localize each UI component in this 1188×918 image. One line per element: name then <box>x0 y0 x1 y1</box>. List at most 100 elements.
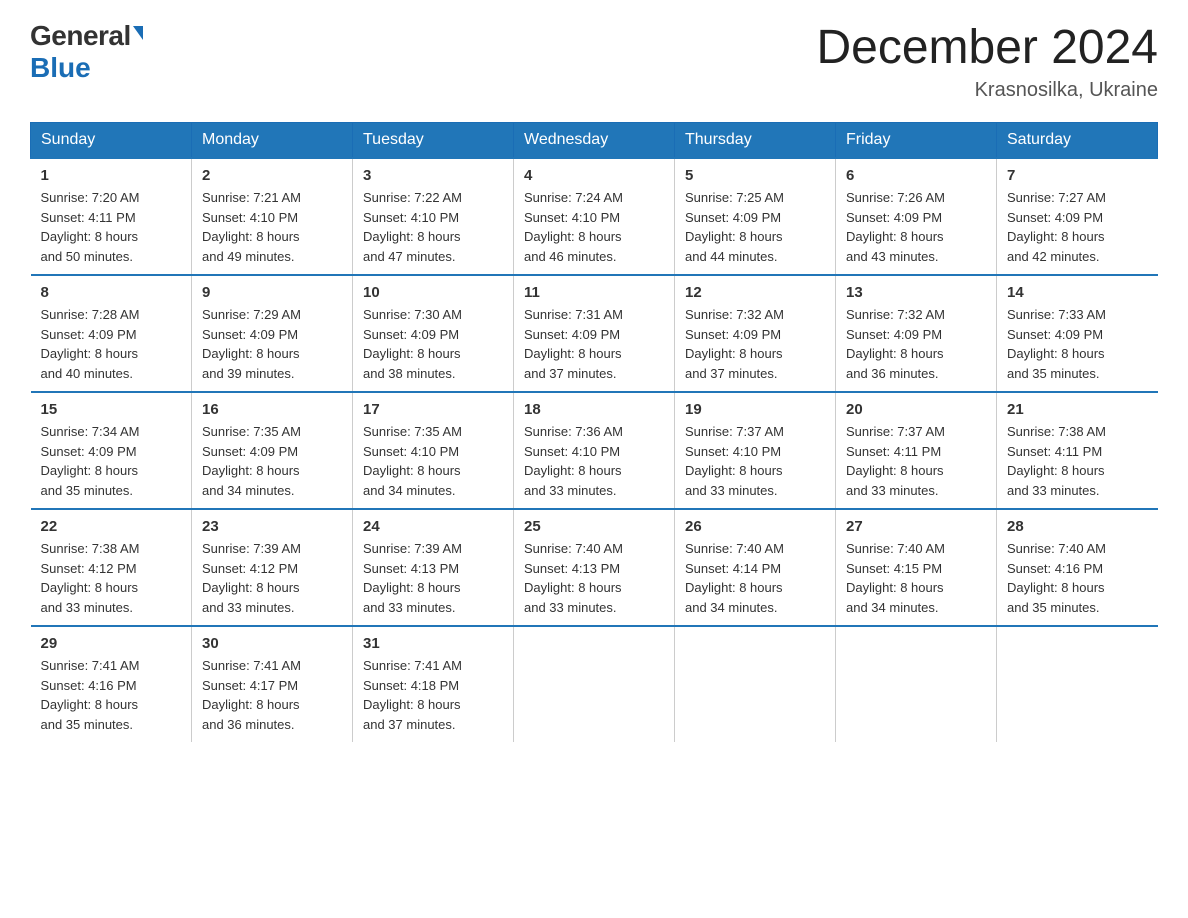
calendar-day-cell: 5Sunrise: 7:25 AM Sunset: 4:09 PM Daylig… <box>675 158 836 275</box>
day-of-week-header: Wednesday <box>514 123 675 159</box>
calendar-day-cell: 12 Sunrise: 7:32 AM Sunset: 4:09 PM Dayli… <box>675 275 836 392</box>
day-number: 9 <box>202 284 342 301</box>
calendar-day-cell: 14Sunrise: 7:33 AM Sunset: 4:09 PM Dayli… <box>997 275 1158 392</box>
calendar-day-cell: 3Sunrise: 7:22 AM Sunset: 4:10 PM Daylig… <box>353 158 514 275</box>
day-number: 4 <box>524 167 664 184</box>
day-info: Sunrise: 7:40 AM Sunset: 4:14 PM Dayligh… <box>685 539 825 617</box>
logo-general-text: General <box>30 20 131 52</box>
calendar-day-cell: 17 Sunrise: 7:35 AM Sunset: 4:10 PM Dayli… <box>353 392 514 509</box>
calendar-day-cell: 24Sunrise: 7:39 AM Sunset: 4:13 PM Dayli… <box>353 509 514 626</box>
day-number: 18 <box>524 401 664 418</box>
day-info: Sunrise: 7:26 AM Sunset: 4:09 PM Dayligh… <box>846 188 986 266</box>
calendar-day-cell: 8Sunrise: 7:28 AM Sunset: 4:09 PM Daylig… <box>31 275 192 392</box>
day-number: 29 <box>41 635 182 652</box>
day-info: Sunrise: 7:33 AM Sunset: 4:09 PM Dayligh… <box>1007 305 1148 383</box>
calendar-day-cell <box>836 626 997 742</box>
day-number: 23 <box>202 518 342 535</box>
day-info: Sunrise: 7:41 AM Sunset: 4:18 PM Dayligh… <box>363 656 503 734</box>
day-number: 30 <box>202 635 342 652</box>
day-info: Sunrise: 7:38 AM Sunset: 4:11 PM Dayligh… <box>1007 422 1148 500</box>
day-number: 25 <box>524 518 664 535</box>
logo-blue-text: Blue <box>30 52 91 84</box>
day-number: 2 <box>202 167 342 184</box>
calendar-week-row: 15Sunrise: 7:34 AM Sunset: 4:09 PM Dayli… <box>31 392 1158 509</box>
day-number: 11 <box>524 284 664 301</box>
calendar-day-cell <box>997 626 1158 742</box>
day-number: 8 <box>41 284 182 301</box>
calendar-body: 1 Sunrise: 7:20 AM Sunset: 4:11 PM Daylig… <box>31 158 1158 742</box>
day-of-week-header: Saturday <box>997 123 1158 159</box>
calendar-day-cell: 4 Sunrise: 7:24 AM Sunset: 4:10 PM Daylig… <box>514 158 675 275</box>
calendar-day-cell: 9 Sunrise: 7:29 AM Sunset: 4:09 PM Daylig… <box>192 275 353 392</box>
location-text: Krasnosilka, Ukraine <box>816 79 1158 102</box>
calendar-day-cell: 31 Sunrise: 7:41 AM Sunset: 4:18 PM Dayli… <box>353 626 514 742</box>
day-info: Sunrise: 7:35 AM Sunset: 4:10 PM Dayligh… <box>363 422 503 500</box>
calendar-day-cell: 16 Sunrise: 7:35 AM Sunset: 4:09 PM Dayli… <box>192 392 353 509</box>
day-number: 26 <box>685 518 825 535</box>
calendar-day-cell: 25 Sunrise: 7:40 AM Sunset: 4:13 PM Dayli… <box>514 509 675 626</box>
calendar-week-row: 1 Sunrise: 7:20 AM Sunset: 4:11 PM Daylig… <box>31 158 1158 275</box>
calendar-day-cell: 7 Sunrise: 7:27 AM Sunset: 4:09 PM Daylig… <box>997 158 1158 275</box>
day-of-week-header: Thursday <box>675 123 836 159</box>
day-info: Sunrise: 7:24 AM Sunset: 4:10 PM Dayligh… <box>524 188 664 266</box>
calendar-day-cell: 22Sunrise: 7:38 AM Sunset: 4:12 PM Dayli… <box>31 509 192 626</box>
calendar-day-cell: 21Sunrise: 7:38 AM Sunset: 4:11 PM Dayli… <box>997 392 1158 509</box>
day-info: Sunrise: 7:37 AM Sunset: 4:10 PM Dayligh… <box>685 422 825 500</box>
day-number: 27 <box>846 518 986 535</box>
calendar-week-row: 8Sunrise: 7:28 AM Sunset: 4:09 PM Daylig… <box>31 275 1158 392</box>
day-number: 17 <box>363 401 503 418</box>
calendar-day-cell: 19 Sunrise: 7:37 AM Sunset: 4:10 PM Dayli… <box>675 392 836 509</box>
day-number: 7 <box>1007 167 1148 184</box>
day-info: Sunrise: 7:20 AM Sunset: 4:11 PM Dayligh… <box>41 188 182 266</box>
page-header: General Blue December 2024 Krasnosilka, … <box>30 20 1158 102</box>
day-number: 5 <box>685 167 825 184</box>
day-info: Sunrise: 7:38 AM Sunset: 4:12 PM Dayligh… <box>41 539 182 617</box>
calendar-table: SundayMondayTuesdayWednesdayThursdayFrid… <box>30 122 1158 742</box>
day-info: Sunrise: 7:41 AM Sunset: 4:16 PM Dayligh… <box>41 656 182 734</box>
day-info: Sunrise: 7:37 AM Sunset: 4:11 PM Dayligh… <box>846 422 986 500</box>
day-info: Sunrise: 7:41 AM Sunset: 4:17 PM Dayligh… <box>202 656 342 734</box>
day-number: 16 <box>202 401 342 418</box>
day-number: 20 <box>846 401 986 418</box>
day-number: 13 <box>846 284 986 301</box>
logo: General Blue <box>30 20 143 84</box>
day-info: Sunrise: 7:35 AM Sunset: 4:09 PM Dayligh… <box>202 422 342 500</box>
calendar-day-cell: 10 Sunrise: 7:30 AM Sunset: 4:09 PM Dayli… <box>353 275 514 392</box>
calendar-day-cell: 11Sunrise: 7:31 AM Sunset: 4:09 PM Dayli… <box>514 275 675 392</box>
day-number: 31 <box>363 635 503 652</box>
day-info: Sunrise: 7:32 AM Sunset: 4:09 PM Dayligh… <box>685 305 825 383</box>
day-info: Sunrise: 7:40 AM Sunset: 4:15 PM Dayligh… <box>846 539 986 617</box>
calendar-day-cell: 6 Sunrise: 7:26 AM Sunset: 4:09 PM Daylig… <box>836 158 997 275</box>
day-number: 19 <box>685 401 825 418</box>
logo-triangle-icon <box>133 26 143 40</box>
day-of-week-header: Sunday <box>31 123 192 159</box>
month-year-title: December 2024 <box>816 20 1158 75</box>
day-number: 6 <box>846 167 986 184</box>
calendar-header: SundayMondayTuesdayWednesdayThursdayFrid… <box>31 123 1158 159</box>
day-number: 28 <box>1007 518 1148 535</box>
calendar-day-cell: 23Sunrise: 7:39 AM Sunset: 4:12 PM Dayli… <box>192 509 353 626</box>
day-info: Sunrise: 7:22 AM Sunset: 4:10 PM Dayligh… <box>363 188 503 266</box>
calendar-day-cell: 28Sunrise: 7:40 AM Sunset: 4:16 PM Dayli… <box>997 509 1158 626</box>
calendar-day-cell <box>514 626 675 742</box>
day-number: 12 <box>685 284 825 301</box>
day-info: Sunrise: 7:29 AM Sunset: 4:09 PM Dayligh… <box>202 305 342 383</box>
day-info: Sunrise: 7:30 AM Sunset: 4:09 PM Dayligh… <box>363 305 503 383</box>
calendar-day-cell: 30 Sunrise: 7:41 AM Sunset: 4:17 PM Dayli… <box>192 626 353 742</box>
day-info: Sunrise: 7:36 AM Sunset: 4:10 PM Dayligh… <box>524 422 664 500</box>
calendar-day-cell <box>675 626 836 742</box>
day-info: Sunrise: 7:32 AM Sunset: 4:09 PM Dayligh… <box>846 305 986 383</box>
day-number: 1 <box>41 167 182 184</box>
day-info: Sunrise: 7:21 AM Sunset: 4:10 PM Dayligh… <box>202 188 342 266</box>
day-number: 10 <box>363 284 503 301</box>
days-of-week-row: SundayMondayTuesdayWednesdayThursdayFrid… <box>31 123 1158 159</box>
day-number: 15 <box>41 401 182 418</box>
day-info: Sunrise: 7:27 AM Sunset: 4:09 PM Dayligh… <box>1007 188 1148 266</box>
calendar-day-cell: 18 Sunrise: 7:36 AM Sunset: 4:10 PM Dayli… <box>514 392 675 509</box>
day-of-week-header: Tuesday <box>353 123 514 159</box>
calendar-day-cell: 20 Sunrise: 7:37 AM Sunset: 4:11 PM Dayli… <box>836 392 997 509</box>
calendar-day-cell: 29 Sunrise: 7:41 AM Sunset: 4:16 PM Dayli… <box>31 626 192 742</box>
calendar-day-cell: 15Sunrise: 7:34 AM Sunset: 4:09 PM Dayli… <box>31 392 192 509</box>
calendar-day-cell: 27 Sunrise: 7:40 AM Sunset: 4:15 PM Dayli… <box>836 509 997 626</box>
day-info: Sunrise: 7:40 AM Sunset: 4:13 PM Dayligh… <box>524 539 664 617</box>
